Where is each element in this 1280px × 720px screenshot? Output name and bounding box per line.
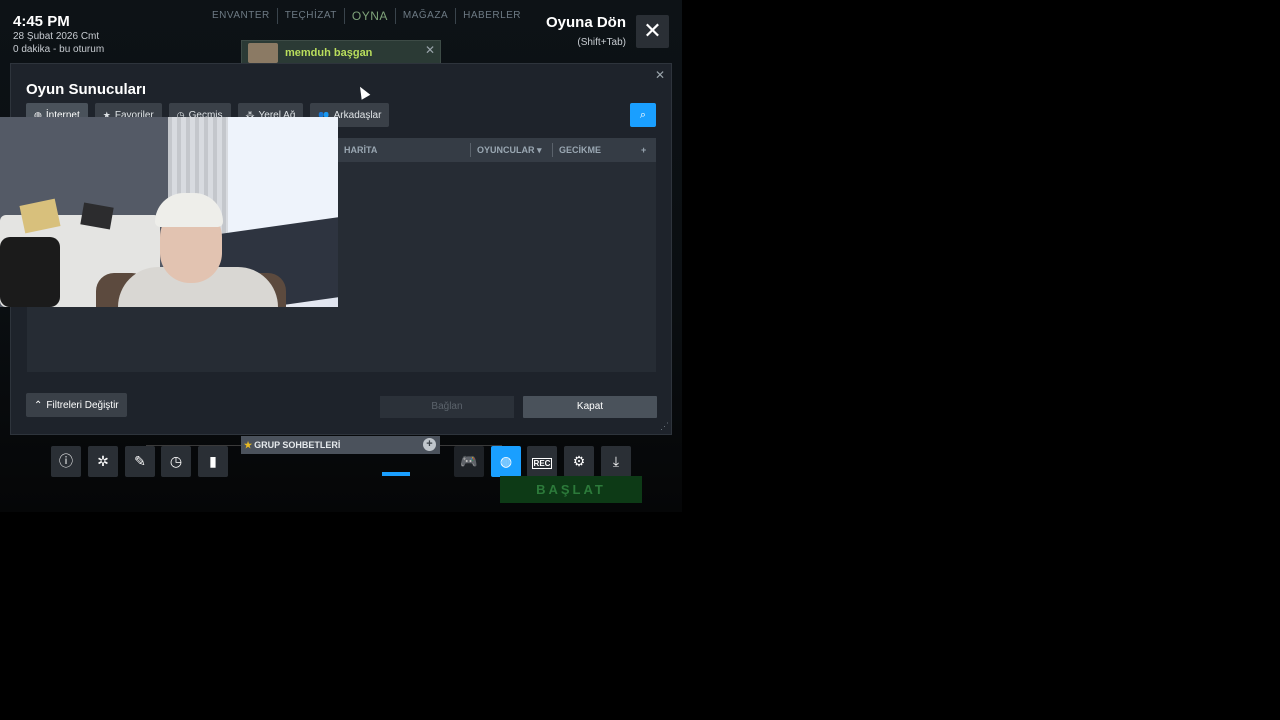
search-button[interactable]: ⌕ [630,103,656,127]
return-title: Oyuna Dön [545,14,626,31]
search-icon: ⌕ [639,109,647,121]
info-icon: ⓘ [59,453,73,469]
webcam-overlay [0,117,338,307]
resize-grip-icon[interactable]: ⋰ [660,421,669,432]
cam-chair [0,237,60,307]
controller-icon: 🎮 [460,453,478,469]
server-browser-button[interactable]: ◍ [491,446,521,477]
group-chats-bar[interactable]: ★ GRUP SOHBETLERİ + [241,436,440,454]
dialog-title: Oyun Sunucuları [26,81,147,98]
timer-icon: ◷ [169,453,183,469]
recording-button[interactable]: REC [527,446,557,477]
friend-popup-close-icon[interactable]: ✕ [425,43,435,57]
chevron-up-icon: ⌃ [34,399,43,411]
guides-button[interactable]: ▮ [198,446,228,477]
clock-time: 4:45 PM [13,13,70,30]
achievements-button[interactable]: ✲ [88,446,118,477]
close-button[interactable]: Kapat [523,396,657,418]
column-players[interactable]: OYUNCULAR ▾ [477,145,542,156]
filter-button-label: Filtreleri Değiştir [46,399,119,411]
info-button[interactable]: ⓘ [51,446,81,477]
dialog-close-icon[interactable]: ✕ [655,68,665,82]
nav-envanter[interactable]: ENVANTER [205,8,278,24]
download-icon: ⤓ [612,453,620,469]
column-map[interactable]: HARİTA [344,145,377,155]
add-column-icon[interactable]: + [641,145,646,155]
settings-button[interactable]: ⚙ [564,446,594,477]
star-icon: ★ [244,439,253,450]
pencil-icon: ✎ [134,453,146,469]
tab-label: Arkadaşlar [333,109,382,121]
column-latency[interactable]: GECİKME [559,145,601,155]
download-button[interactable]: ⤓ [601,446,631,477]
rec-icon: REC [531,458,553,469]
change-filters-button[interactable]: ⌃ Filtreleri Değiştir [26,393,127,417]
column-divider [470,143,471,157]
overlay-close-button[interactable]: ✕ [636,15,669,48]
gear-icon: ⚙ [572,453,586,469]
add-chat-icon[interactable]: + [423,438,436,451]
connect-button[interactable]: Bağlan [380,396,514,418]
nav-haberler[interactable]: HABERLER [456,8,528,24]
achievements-icon: ✲ [97,453,109,469]
return-hint: (Shift+Tab) [577,37,626,48]
guide-icon: ▮ [209,453,217,469]
notes-button[interactable]: ✎ [125,446,155,477]
group-chat-label: GRUP SOHBETLERİ [254,440,341,450]
nav-oyna[interactable]: OYNA [345,8,396,24]
friend-name: memduh başgan [285,47,373,59]
timer-button[interactable]: ◷ [161,446,191,477]
clock-date: 28 Şubat 2026 Cmt [13,31,100,42]
return-to-game[interactable]: Oyuna Dön (Shift+Tab) [546,14,626,48]
overlay-clock: 4:45 PM 28 Şubat 2026 Cmt 0 dakika - bu … [13,13,104,56]
launch-button[interactable]: BAŞLAT [500,476,642,503]
download-progress [382,472,410,476]
controller-button[interactable]: 🎮 [454,446,484,477]
nav-magaza[interactable]: MAĞAZA [396,8,457,24]
game-top-nav: ENVANTER TEÇHİZAT OYNA MAĞAZA HABERLER [205,8,528,24]
globe-icon: ◍ [499,453,513,469]
friend-avatar [248,43,278,63]
session-time: 0 dakika - bu oturum [13,44,105,55]
nav-techizat[interactable]: TEÇHİZAT [278,8,345,24]
column-divider [552,143,553,157]
